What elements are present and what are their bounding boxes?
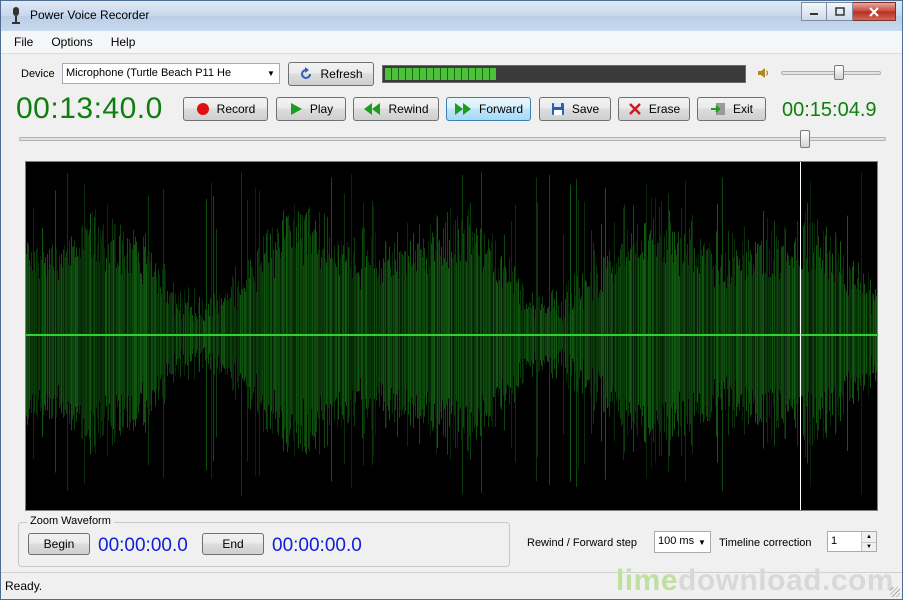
forward-button[interactable]: Forward xyxy=(446,97,531,121)
end-button[interactable]: End xyxy=(202,533,264,555)
resize-grip[interactable] xyxy=(890,587,900,597)
maximize-button[interactable] xyxy=(827,2,853,21)
erase-button[interactable]: Erase xyxy=(618,97,690,121)
waveform-display[interactable] xyxy=(25,161,878,511)
play-icon xyxy=(289,102,303,116)
rewind-button[interactable]: Rewind xyxy=(353,97,439,121)
watermark-part1: lime xyxy=(615,564,678,597)
client-area: Device Microphone (Turtle Beach P11 He ▼… xyxy=(9,54,896,572)
timeline-correction-label: Timeline correction xyxy=(719,537,812,549)
current-time: 00:13:40.0 xyxy=(16,92,163,125)
device-select[interactable]: Microphone (Turtle Beach P11 He ▼ xyxy=(62,63,280,84)
chevron-down-icon: ▼ xyxy=(698,537,706,547)
play-button[interactable]: Play xyxy=(276,97,346,121)
title-bar: Power Voice Recorder xyxy=(1,1,902,31)
status-text: Ready. xyxy=(5,579,43,593)
step-label: Rewind / Forward step xyxy=(527,537,638,549)
close-icon xyxy=(869,6,879,17)
window-controls xyxy=(801,2,896,21)
refresh-label: Refresh xyxy=(320,67,363,81)
minimize-button[interactable] xyxy=(801,2,827,21)
volume-slider-track[interactable] xyxy=(781,71,881,75)
main-window: Power Voice Recorder File Options Help D… xyxy=(0,0,903,600)
watermark-logo: limedownload.com xyxy=(616,564,894,598)
zoom-end-time: 00:00:00.0 xyxy=(272,535,362,556)
speaker-icon xyxy=(756,66,770,83)
device-label: Device xyxy=(21,68,55,80)
forward-label: Forward xyxy=(478,102,523,116)
chevron-down-icon: ▼ xyxy=(267,69,275,78)
spin-buttons: ▲ ▼ xyxy=(861,532,876,551)
save-button[interactable]: Save xyxy=(539,97,611,121)
spin-down-icon[interactable]: ▼ xyxy=(862,541,876,551)
menu-file[interactable]: File xyxy=(14,35,33,49)
input-level-fill xyxy=(385,68,496,80)
spin-up-icon[interactable]: ▲ xyxy=(862,532,876,542)
maximize-icon xyxy=(834,7,845,16)
red-circle-icon xyxy=(196,102,210,116)
device-select-value: Microphone (Turtle Beach P11 He xyxy=(66,67,232,79)
exit-label: Exit xyxy=(732,102,753,116)
zoom-waveform-title: Zoom Waveform xyxy=(27,515,114,527)
input-level-meter xyxy=(382,65,746,83)
waveform-plot xyxy=(26,162,877,510)
close-button[interactable] xyxy=(853,2,896,21)
waveform-bars xyxy=(26,171,877,497)
refresh-button[interactable]: Refresh xyxy=(288,62,374,86)
position-slider-thumb[interactable] xyxy=(800,130,810,148)
menu-help[interactable]: Help xyxy=(111,35,136,49)
red-x-icon xyxy=(628,102,642,116)
zoom-begin-time: 00:00:00.0 xyxy=(98,535,188,556)
floppy-disk-icon xyxy=(551,102,565,116)
watermark-part2: download.com xyxy=(678,564,894,597)
menu-bar: File Options Help xyxy=(1,31,902,54)
play-label: Play xyxy=(309,102,334,116)
erase-label: Erase xyxy=(648,102,681,116)
microphone-app-icon xyxy=(12,7,20,24)
begin-button[interactable]: Begin xyxy=(28,533,90,555)
save-label: Save xyxy=(571,102,600,116)
exit-door-icon xyxy=(710,102,726,116)
step-select-value: 100 ms xyxy=(658,535,695,547)
step-select[interactable]: 100 ms ▼ xyxy=(654,531,711,553)
zoom-waveform-group: Zoom Waveform Begin 00:00:00.0 End 00:00… xyxy=(18,515,510,567)
end-label: End xyxy=(222,537,244,551)
status-bar: Ready. limedownload.com xyxy=(1,564,902,599)
position-slider-track[interactable] xyxy=(19,137,886,141)
timeline-correction-input[interactable]: 1 ▲ ▼ xyxy=(827,531,877,552)
refresh-icon xyxy=(299,67,313,81)
volume-slider-thumb[interactable] xyxy=(834,65,844,80)
record-button[interactable]: Record xyxy=(183,97,268,121)
forward-icon xyxy=(454,102,472,116)
timeline-correction-value: 1 xyxy=(831,535,838,547)
menu-options[interactable]: Options xyxy=(51,35,92,49)
total-time: 00:15:04.9 xyxy=(782,99,877,121)
record-label: Record xyxy=(216,102,256,116)
rewind-icon xyxy=(363,102,381,116)
exit-button[interactable]: Exit xyxy=(697,97,766,121)
begin-label: Begin xyxy=(43,537,75,551)
minimize-icon xyxy=(810,12,818,15)
window-title: Power Voice Recorder xyxy=(30,8,150,22)
rewind-label: Rewind xyxy=(388,102,429,116)
